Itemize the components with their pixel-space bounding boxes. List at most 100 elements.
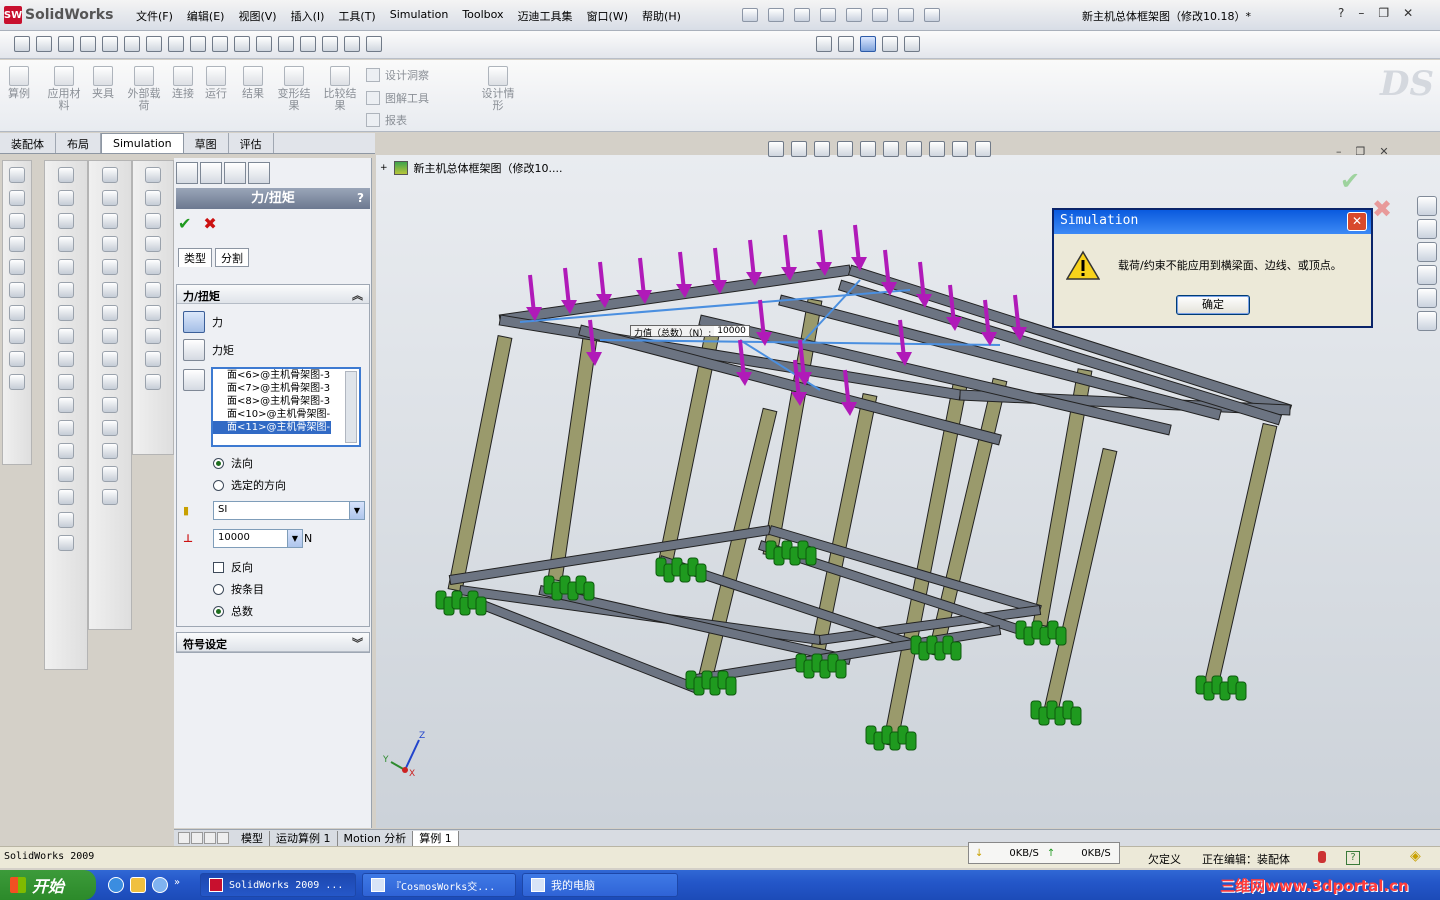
results-button[interactable]: 结果 xyxy=(242,66,264,100)
external-loads-button[interactable]: 外部载荷 xyxy=(124,66,164,112)
view-palette-icon[interactable] xyxy=(1417,265,1437,285)
next-tab-icon[interactable] xyxy=(204,832,216,844)
tool-icon[interactable] xyxy=(58,282,74,298)
toolbar-tool-icon[interactable] xyxy=(256,36,272,52)
run-button[interactable]: 运行 xyxy=(205,66,227,100)
tab-evaluate[interactable]: 评估 xyxy=(229,133,274,153)
tool-icon[interactable] xyxy=(58,305,74,321)
tab-assembly[interactable]: 装配体 xyxy=(0,133,56,153)
last-tab-icon[interactable] xyxy=(217,832,229,844)
tool-icon[interactable] xyxy=(58,489,74,505)
feature-tree-tab-icon[interactable] xyxy=(176,162,198,184)
tool-icon[interactable] xyxy=(58,512,74,528)
close-button[interactable]: ✕ xyxy=(1403,6,1413,20)
toolbar-tool-icon[interactable] xyxy=(80,36,96,52)
taskbar-item-my-computer[interactable]: 我的电脑 xyxy=(522,873,678,897)
tool-icon[interactable] xyxy=(145,236,161,252)
apply-material-button[interactable]: 应用材料 xyxy=(44,66,84,112)
undo-icon[interactable] xyxy=(846,8,862,22)
chevron-down-icon[interactable]: ▼ xyxy=(287,530,302,547)
tab-layout[interactable]: 布局 xyxy=(56,133,101,153)
per-item-option[interactable]: 按条目 xyxy=(213,581,264,597)
tag-icon[interactable]: ◈ xyxy=(1410,848,1421,864)
tool-icon[interactable] xyxy=(145,351,161,367)
tool-icon[interactable] xyxy=(58,236,74,252)
taskbar-item-cosmosworks[interactable]: 『CosmosWorks交... xyxy=(362,873,516,897)
first-tab-icon[interactable] xyxy=(178,832,190,844)
tool-icon[interactable] xyxy=(58,190,74,206)
tool-icon[interactable] xyxy=(145,328,161,344)
tool-icon[interactable] xyxy=(102,259,118,275)
tab-sketch[interactable]: 草图 xyxy=(184,133,229,153)
scrollbar[interactable] xyxy=(345,371,357,443)
toolbar-tool-icon[interactable] xyxy=(124,36,140,52)
minimize-button[interactable]: – xyxy=(1358,6,1364,20)
menu-insert[interactable]: 插入(I) xyxy=(291,8,325,24)
list-item[interactable]: 面<7>@主机骨架图-3 xyxy=(213,382,331,395)
tool-icon[interactable] xyxy=(145,374,161,390)
folder-icon[interactable] xyxy=(130,877,146,893)
normal-option[interactable]: 法向 xyxy=(213,455,253,471)
tool-icon[interactable] xyxy=(145,259,161,275)
toolbar-tool-icon[interactable] xyxy=(212,36,228,52)
tool-icon[interactable] xyxy=(58,374,74,390)
previous-view-icon[interactable] xyxy=(814,141,830,157)
tool-icon[interactable] xyxy=(9,190,25,206)
tool-icon[interactable] xyxy=(145,190,161,206)
close-viewport-icon[interactable]: ✕ xyxy=(1379,145,1388,158)
tool-icon[interactable] xyxy=(102,213,118,229)
tool-icon[interactable] xyxy=(145,213,161,229)
rebuild-icon[interactable] xyxy=(898,8,914,22)
restore-viewport-icon[interactable]: ❐ xyxy=(1356,145,1366,158)
radio-selected-direction[interactable] xyxy=(213,479,224,491)
tool-icon[interactable] xyxy=(102,420,118,436)
expand-icon[interactable]: ︾ xyxy=(352,635,363,651)
menu-tools[interactable]: 工具(T) xyxy=(338,8,375,24)
toolbar-tool-icon[interactable] xyxy=(904,36,920,52)
tool-icon[interactable] xyxy=(58,397,74,413)
ie-icon[interactable] xyxy=(108,877,124,893)
help-icon[interactable]: ? xyxy=(357,188,364,209)
custom-properties-icon[interactable] xyxy=(1417,311,1437,331)
tool-icon[interactable] xyxy=(145,167,161,183)
design-scenario-button[interactable]: 设计情形 xyxy=(480,66,516,112)
zoom-area-icon[interactable] xyxy=(791,141,807,157)
toolbar-tool-icon[interactable] xyxy=(234,36,250,52)
collapse-icon[interactable]: ︽ xyxy=(352,287,363,303)
tool-icon[interactable] xyxy=(58,351,74,367)
tool-icon[interactable] xyxy=(102,374,118,390)
deformed-result-button[interactable]: 变形结果 xyxy=(276,66,312,112)
tool-icon[interactable] xyxy=(58,443,74,459)
tool-icon[interactable] xyxy=(102,305,118,321)
help-icon[interactable]: ? xyxy=(1338,6,1344,20)
options-icon[interactable] xyxy=(924,8,940,22)
print-icon[interactable] xyxy=(820,8,836,22)
more-icon[interactable]: » xyxy=(174,877,180,893)
force-option[interactable]: 力 xyxy=(183,311,223,333)
list-item[interactable]: 面<8>@主机骨架图-3 xyxy=(213,395,331,408)
dimxpert-tab-icon[interactable] xyxy=(248,162,270,184)
study-button[interactable]: 算例 xyxy=(8,66,30,100)
new-document-icon[interactable] xyxy=(742,8,758,22)
toolbar-tool-icon[interactable] xyxy=(838,36,854,52)
open-icon[interactable] xyxy=(768,8,784,22)
appearances-icon[interactable] xyxy=(1417,288,1437,308)
report-button[interactable]: 报表 xyxy=(366,112,407,128)
cancel-x-icon[interactable]: ✖ xyxy=(203,214,216,233)
tool-icon[interactable] xyxy=(9,236,25,252)
tab-model[interactable]: 模型 xyxy=(235,830,270,846)
tab-motion-analysis[interactable]: Motion 分析 xyxy=(338,830,414,846)
design-library-icon[interactable] xyxy=(1417,219,1437,239)
appearance-icon[interactable] xyxy=(929,141,945,157)
display-style-icon[interactable] xyxy=(883,141,899,157)
tool-icon[interactable] xyxy=(9,305,25,321)
total-option[interactable]: 总数 xyxy=(213,603,253,619)
menu-file[interactable]: 文件(F) xyxy=(136,8,173,24)
scene-icon[interactable] xyxy=(952,141,968,157)
menu-maidi-tools[interactable]: 迈迪工具集 xyxy=(518,8,573,24)
toolbar-tool-icon[interactable] xyxy=(102,36,118,52)
menu-simulation[interactable]: Simulation xyxy=(390,8,449,24)
tool-icon[interactable] xyxy=(9,374,25,390)
tab-simulation[interactable]: Simulation xyxy=(101,133,184,153)
view-orientation-icon[interactable] xyxy=(860,141,876,157)
